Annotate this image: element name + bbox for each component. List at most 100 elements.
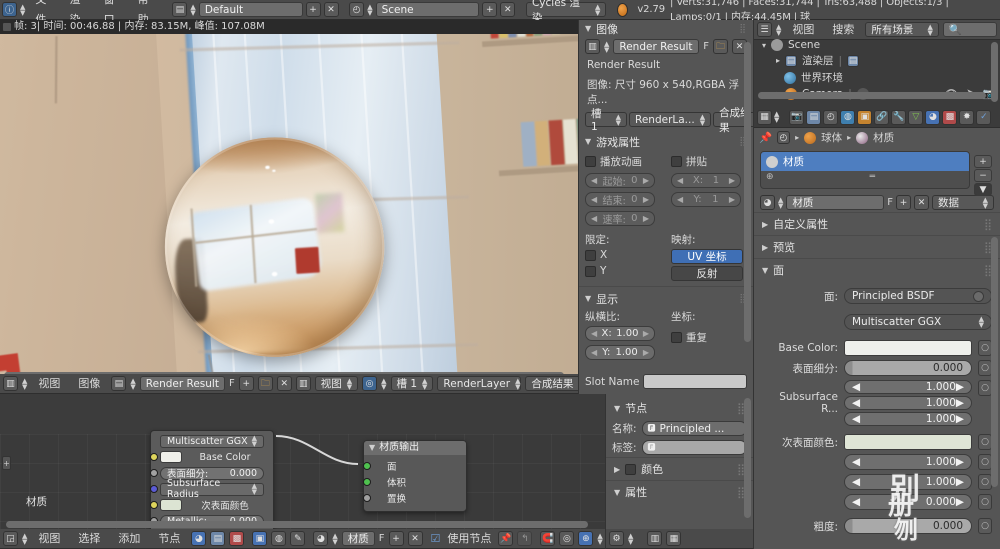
- outliner-row-scene[interactable]: ▾ Scene: [754, 38, 1000, 52]
- subsurface-radius-x[interactable]: ◀ 1.000 ▶: [844, 380, 972, 394]
- proportional-edit-icon[interactable]: ◎: [559, 531, 575, 546]
- subsurface-slider[interactable]: 0.000: [844, 360, 972, 376]
- socket-surface[interactable]: [363, 462, 371, 470]
- world-tree-icon[interactable]: ▤: [210, 531, 226, 546]
- object-tab-icon[interactable]: ▣: [857, 109, 873, 125]
- socket-subsurface[interactable]: [150, 469, 158, 477]
- particles-tab-icon[interactable]: ✸: [959, 109, 975, 125]
- clamp-x-row[interactable]: X: [585, 247, 661, 263]
- node-menu-view[interactable]: 视图: [31, 529, 67, 548]
- display-panel-header[interactable]: ▼ 显示 ⣿: [579, 290, 753, 307]
- node-menu-select[interactable]: 选择: [71, 529, 107, 548]
- clamp-x-checkbox[interactable]: [585, 249, 596, 261]
- clamp-y-checkbox[interactable]: [585, 265, 596, 277]
- scene-tab-icon[interactable]: ◴: [823, 109, 839, 125]
- screen-layout-name[interactable]: Default: [198, 2, 303, 17]
- scene-name[interactable]: Scene: [375, 2, 480, 17]
- renderlayers-tab-icon[interactable]: ▤: [806, 109, 822, 125]
- subsurface-color-swatch[interactable]: [844, 434, 972, 450]
- outliner-search-input[interactable]: 🔍: [942, 22, 997, 37]
- base-color-swatch[interactable]: [844, 340, 972, 356]
- material-tab-icon[interactable]: ◕: [925, 109, 941, 125]
- mapping-reflection-button[interactable]: 反射: [671, 266, 743, 281]
- toolshelf-expand-icon[interactable]: +: [2, 456, 11, 470]
- animate-property-icon[interactable]: [973, 290, 984, 302]
- outliner-display-mode[interactable]: 所有场景 ▲ ▼: [865, 22, 939, 37]
- remove-material-slot-button[interactable]: −: [974, 169, 992, 182]
- image-datablock-icon[interactable]: ▥: [585, 39, 600, 54]
- delete-scene-button[interactable]: ✕: [500, 2, 516, 17]
- new-node-material-button[interactable]: +: [388, 531, 404, 546]
- unlink-material-button[interactable]: ✕: [914, 195, 929, 210]
- breadcrumb-material[interactable]: 材质: [873, 130, 894, 145]
- data-tab-icon[interactable]: ▽: [908, 109, 924, 125]
- disclosure-icon[interactable]: ▾: [762, 41, 766, 50]
- end-frame-row[interactable]: ◀ 结束: 0 ▶: [585, 190, 661, 209]
- clamp-y-row[interactable]: Y: [585, 263, 661, 279]
- node-material-arrows[interactable]: ▲ ▼: [332, 532, 337, 545]
- open-image-icon[interactable]: 🗀: [257, 376, 273, 391]
- delete-layout-button[interactable]: ✕: [323, 2, 339, 17]
- node-subsurface-radius-row[interactable]: Subsurface Radius ▲ ▼: [150, 478, 269, 500]
- speed-field[interactable]: ◀ 速率: 0 ▶: [585, 211, 655, 226]
- node-props-arrows[interactable]: ▲ ▼: [628, 532, 633, 545]
- material-slot-row[interactable]: 材质: [761, 152, 969, 171]
- node-subsurface-color-swatch[interactable]: [160, 499, 182, 511]
- node-distribution-dropdown[interactable]: Multiscatter GGX ▲ ▼: [160, 434, 264, 448]
- constraints-tab-icon[interactable]: 🔗: [874, 109, 890, 125]
- game-panel-header[interactable]: ▼ 游戏属性 ⣿: [579, 133, 753, 150]
- image-datablock-arrows[interactable]: ▲ ▼: [604, 40, 609, 53]
- screen-layout-icon[interactable]: ▤: [172, 2, 188, 17]
- world-tab-icon[interactable]: ◍: [840, 109, 856, 125]
- view-dropdown[interactable]: 视图 ▲ ▼: [314, 376, 359, 391]
- new-image-button[interactable]: +: [238, 376, 254, 391]
- unlink-image-button[interactable]: ✕: [276, 376, 292, 391]
- animate-property-icon[interactable]: ○: [978, 360, 992, 376]
- node-output-displacement-row[interactable]: 置换: [363, 490, 462, 506]
- node-distribution-row[interactable]: Multiscatter GGX ▲ ▼: [155, 433, 269, 449]
- surface-shader-dropdown[interactable]: Principled BSDF: [844, 288, 992, 304]
- info-editor-icon[interactable]: ⓘ: [2, 2, 17, 17]
- outliner-menu-view[interactable]: 视图: [785, 20, 821, 39]
- node-material-output[interactable]: ▼ 材质输出 面 体积 置换: [363, 440, 467, 512]
- socket-base-color[interactable]: [150, 453, 158, 461]
- scene-icon[interactable]: ◴: [349, 2, 365, 17]
- socket-displacement[interactable]: [363, 494, 371, 502]
- image-datablock-arrows[interactable]: ▲ ▼: [130, 377, 135, 390]
- animate-property-icon[interactable]: ○: [978, 494, 992, 510]
- render-engine-dropdown[interactable]: Cycles 渲染 ▲ ▼: [525, 0, 607, 24]
- screen-layout-arrows[interactable]: ▲ ▼: [190, 3, 195, 16]
- menu-view[interactable]: 视图: [31, 374, 67, 393]
- render-view-icon[interactable]: ▥: [295, 376, 311, 391]
- add-scene-button[interactable]: +: [482, 2, 498, 17]
- outliner-editor-type-arrows[interactable]: ▲ ▼: [776, 23, 781, 36]
- aspect-y-row[interactable]: ◀ Y: 1.00 ▶: [585, 343, 661, 362]
- pivot-arrows[interactable]: ▲ ▼: [381, 377, 386, 390]
- render-slot-dropdown[interactable]: 槽 1 ▲ ▼: [390, 376, 434, 391]
- renderlayer-data-icon[interactable]: ▤: [847, 54, 860, 67]
- image-panel-header[interactable]: ▼ 图像 ⣿: [579, 20, 753, 37]
- image-datablock-name[interactable]: Render Result: [613, 39, 700, 54]
- chevron-down-icon[interactable]: ▼: [369, 441, 375, 455]
- node-base-color-row[interactable]: Base Color: [150, 449, 269, 465]
- node-menu-node[interactable]: 节点: [151, 529, 187, 548]
- outliner-row-renderlayer[interactable]: ▸ ▤ 渲染层 | ▤: [754, 52, 1000, 69]
- material-icon[interactable]: ◕: [760, 195, 775, 210]
- object-shader-icon[interactable]: ▣: [252, 531, 268, 546]
- node-editor-canvas[interactable]: + 材质 Multiscatter GGX ▲ ▼ Base Color 表面细…: [0, 430, 605, 534]
- socket-volume[interactable]: [363, 478, 371, 486]
- start-frame-field[interactable]: ◀ 起始: 0 ▶: [585, 173, 655, 188]
- material-tree-icon[interactable]: ◕: [191, 531, 207, 546]
- animate-property-icon[interactable]: ○: [978, 474, 992, 490]
- render-tab-icon[interactable]: 📷: [789, 109, 805, 125]
- node-subsurface-radius-dropdown[interactable]: Subsurface Radius ▲ ▼: [160, 478, 264, 500]
- aspect-y-field[interactable]: ◀ Y: 1.00 ▶: [585, 345, 655, 360]
- physics-tab-icon[interactable]: ✓: [976, 109, 992, 125]
- repeat-row[interactable]: 重复: [671, 328, 747, 347]
- distribution-dropdown[interactable]: Multiscatter GGX ▲ ▼: [844, 314, 992, 330]
- render-result-canvas[interactable]: [0, 34, 578, 380]
- fake-user-label[interactable]: F: [229, 378, 235, 389]
- new-material-button[interactable]: +: [896, 195, 911, 210]
- material-slot-specials-button[interactable]: ▼: [974, 183, 992, 196]
- pin-icon[interactable]: 📌: [498, 531, 514, 546]
